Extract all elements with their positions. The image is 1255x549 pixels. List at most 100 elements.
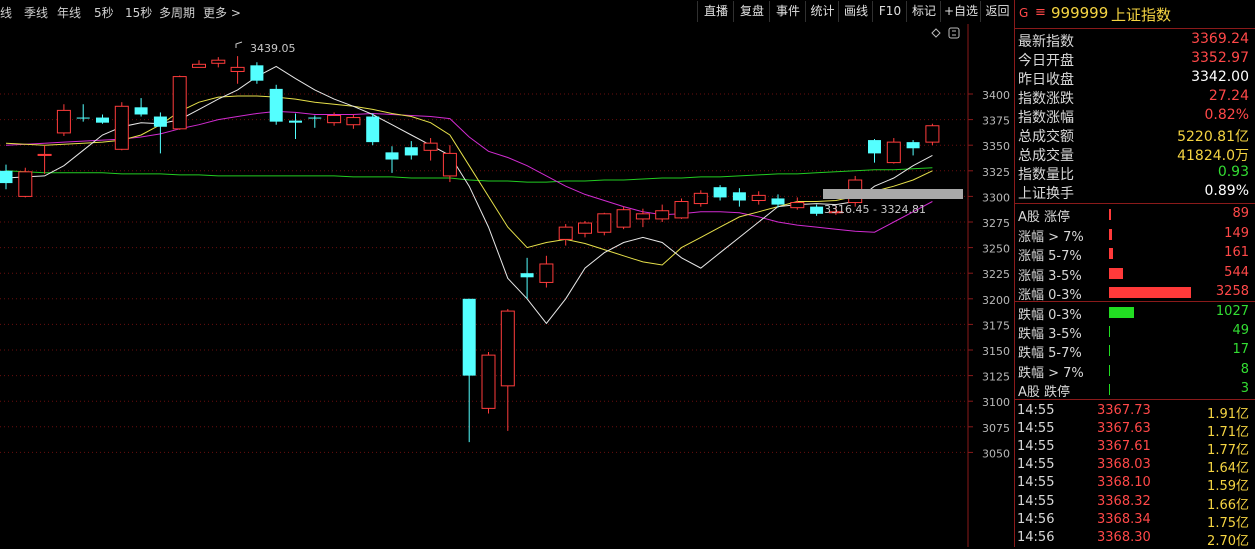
candle: [346, 114, 361, 129]
candle: [308, 115, 322, 128]
quote-value: 3352.97: [1191, 50, 1249, 66]
candle: [810, 204, 824, 216]
advance-bar: [1109, 267, 1123, 279]
candle: [886, 138, 901, 164]
tick-row: 14:56 3368.30 2.70亿: [1015, 529, 1249, 549]
candle: [192, 60, 206, 68]
kline-chart[interactable]: 3400 3375 3350 3325 3300 3275 3250 3225 3200 3175…: [0, 0, 1013, 547]
tick-row: 14:55 3368.32 1.66亿: [1015, 493, 1249, 513]
candle: [539, 255, 554, 288]
candle: [751, 191, 766, 205]
advance-count: 3258: [1215, 284, 1249, 299]
advance-count: 149: [1224, 225, 1249, 241]
advance-bar: [1109, 209, 1111, 220]
candle: [790, 197, 805, 210]
ma-green-line: [5, 167, 933, 183]
index-code: 999999: [1051, 4, 1109, 22]
tick-time: 14:55: [1017, 493, 1055, 509]
candle: [578, 220, 592, 238]
diamond-icon[interactable]: [931, 28, 941, 38]
quote-value: 3342.00: [1191, 69, 1249, 85]
quote-label: 最新指数: [1018, 34, 1074, 50]
candle: [906, 140, 920, 156]
candle: [868, 139, 881, 163]
tick-row: 14:55 3367.63 1.71亿: [1015, 420, 1249, 440]
advance-row: A股 涨停 89: [1015, 205, 1249, 225]
quote-value: 0.89%: [1204, 183, 1249, 199]
quote-row: 总成交量 41824.0万: [1015, 145, 1249, 164]
decline-row: A股 跌停 3: [1015, 380, 1249, 400]
candle: [385, 146, 399, 173]
candle: [230, 56, 245, 84]
menu-icon[interactable]: ≡: [1035, 5, 1046, 20]
decline-count: 49: [1232, 323, 1249, 339]
tick-price: 3367.73: [1097, 403, 1151, 418]
advance-count: 544: [1224, 264, 1249, 280]
g-badge: G: [1019, 6, 1029, 20]
panel-header: G ≡ 999999 上证指数: [1015, 0, 1255, 29]
y-tick-label: 3125: [982, 371, 1010, 384]
candle: [674, 198, 689, 219]
y-tick-label: 3250: [982, 243, 1010, 256]
candle: [442, 145, 457, 183]
decline-label: 跌幅 5-7%: [1018, 346, 1082, 362]
price-axis: 3400 3375 3350 3325 3300 3275 3250 3225 3200 3175…: [968, 89, 1010, 460]
candle: [211, 57, 226, 68]
decline-bar: [1109, 364, 1110, 376]
tick-row: 14:55 3367.73 1.91亿: [1015, 402, 1249, 422]
y-tick-label: 3225: [982, 268, 1010, 281]
candle: [655, 204, 670, 222]
candle: [462, 298, 476, 443]
quote-row: 指数涨幅 0.82%: [1015, 107, 1249, 126]
candle: [37, 145, 52, 174]
ma-range-label: 3316.45 - 3324.81: [824, 203, 926, 216]
candle: [18, 167, 33, 198]
advance-count: 89: [1232, 206, 1249, 221]
decline-count: 8: [1240, 361, 1249, 377]
settings-icon[interactable]: [948, 27, 960, 39]
y-tick-label: 3175: [982, 319, 1010, 332]
candle: [76, 104, 90, 122]
decline-count: 17: [1232, 342, 1249, 358]
y-tick-label: 3075: [982, 422, 1010, 435]
quote-row: 昨日收盘 3342.00: [1015, 69, 1249, 88]
tick-amount: 2.70亿: [1207, 533, 1249, 549]
candle: [172, 75, 187, 130]
candle: [0, 164, 13, 190]
candle: [520, 257, 534, 299]
quote-label: 指数涨跌: [1018, 91, 1074, 107]
y-tick-label: 3300: [982, 191, 1010, 204]
y-tick-label: 3150: [982, 345, 1010, 358]
decline-label: 跌幅 0-3%: [1018, 308, 1082, 323]
candlesticks: [0, 56, 940, 443]
tick-time: 14:56: [1017, 529, 1055, 545]
tick-price: 3367.63: [1097, 421, 1151, 437]
candle: [558, 224, 573, 246]
quote-value: 27.24: [1208, 88, 1249, 104]
decline-row: 跌幅 3-5% 49: [1015, 322, 1249, 342]
quote-row: 今日开盘 3352.97: [1015, 50, 1249, 69]
quote-panel: G ≡ 999999 上证指数 最新指数 3369.24 今日开盘 3352.97 昨日…: [1014, 0, 1255, 549]
candle: [693, 190, 708, 207]
moving-average-lines: [5, 65, 933, 325]
advance-bar: [1109, 287, 1191, 298]
candle: [250, 62, 264, 84]
y-tick-label: 3400: [982, 89, 1010, 102]
candle: [114, 102, 129, 151]
tick-time: 14:56: [1017, 511, 1055, 527]
y-tick-label: 3325: [982, 166, 1010, 179]
tick-time: 14:55: [1017, 475, 1055, 491]
quote-value: 5220.81亿: [1177, 129, 1249, 145]
decline-label: A股 跌停: [1018, 384, 1071, 400]
quote-label: 总成交额: [1018, 129, 1074, 145]
tick-price: 3368.30: [1097, 529, 1151, 545]
y-tick-label: 3350: [982, 140, 1010, 153]
y-tick-label: 3100: [982, 396, 1010, 409]
quote-label: 总成交量: [1018, 148, 1074, 164]
quote-label: 昨日收盘: [1018, 72, 1074, 88]
quote-row: 总成交额 5220.81亿: [1015, 126, 1249, 145]
candle: [289, 113, 302, 140]
tick-price: 3368.32: [1097, 493, 1151, 509]
candle: [500, 309, 515, 431]
y-tick-label: 3375: [982, 115, 1010, 128]
